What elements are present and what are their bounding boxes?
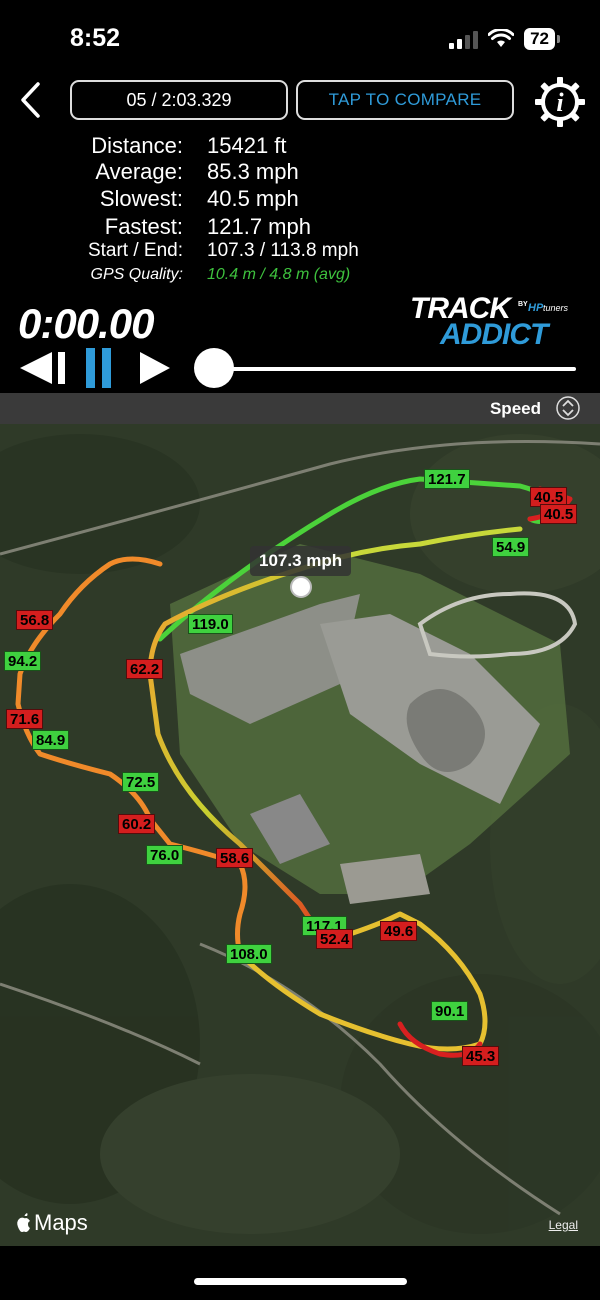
stat-value: 121.7 mph	[207, 214, 311, 239]
stat-value: 85.3 mph	[207, 159, 299, 184]
status-bar: 8:52 72	[0, 0, 600, 80]
play-icon	[140, 352, 170, 384]
speed-mode-toggle[interactable]	[556, 396, 580, 420]
logo-brand: HP	[528, 302, 544, 314]
stat-value: 10.4 m / 4.8 m (avg)	[207, 266, 351, 283]
stat-average: Average: 85.3 mph	[0, 159, 600, 185]
track-map[interactable]: 121.7 40.5 40.5 54.9 119.0 56.8 62.2 94.…	[0, 424, 600, 1246]
playback-scrubber[interactable]	[214, 367, 576, 371]
info-gear-icon[interactable]: i	[534, 76, 586, 128]
speed-tag: 72.5	[122, 772, 160, 792]
speed-toggle-bar: Speed	[0, 393, 600, 424]
lap-timer: 0:00.00	[18, 300, 154, 347]
stat-distance: Distance: 15421 ft	[0, 133, 600, 159]
speed-tag: 84.9	[32, 730, 70, 750]
speed-tag: 90.1	[431, 1001, 469, 1021]
play-button[interactable]	[138, 350, 172, 386]
status-time: 8:52	[70, 24, 121, 52]
apple-logo-icon	[17, 1213, 30, 1232]
svg-text:i: i	[556, 88, 564, 117]
marker-speed-tooltip: 107.3 mph	[250, 546, 352, 576]
logo-by: BY	[518, 301, 528, 308]
stat-fastest: Fastest: 121.7 mph	[0, 214, 600, 240]
speed-tag: 76.0	[146, 845, 184, 865]
speed-tag: 94.2	[4, 651, 42, 671]
stat-value: 40.5 mph	[207, 186, 299, 211]
stat-label: GPS Quality:	[90, 266, 183, 283]
chevron-left-icon	[21, 82, 40, 118]
speed-label: Speed	[489, 399, 541, 418]
rewind-button[interactable]	[18, 350, 68, 386]
pause-icon	[86, 348, 111, 388]
speed-tag: 71.6	[6, 709, 44, 729]
maps-attribution: Maps	[16, 1210, 88, 1236]
stat-label: Distance:	[91, 133, 183, 158]
speed-tag: 52.4	[316, 929, 354, 949]
scrubber-knob[interactable]	[194, 348, 234, 388]
stat-value: 15421 ft	[207, 133, 287, 158]
speed-tag: 45.3	[462, 1046, 500, 1066]
stat-slowest: Slowest: 40.5 mph	[0, 186, 600, 212]
back-button[interactable]	[14, 80, 48, 120]
playback-controls	[0, 346, 600, 390]
battery-nub	[557, 35, 560, 43]
speed-tag: 119.0	[188, 614, 233, 634]
tap-to-compare-button[interactable]: TAP TO COMPARE	[296, 80, 514, 120]
stat-start-end: Start / End: 107.3 / 113.8 mph	[0, 240, 600, 266]
speed-tag: 56.8	[16, 610, 54, 630]
track-addict-logo: TRACK BY HP tuners ADDICT	[410, 292, 569, 350]
stat-gps-quality: GPS Quality: 10.4 m / 4.8 m (avg)	[0, 266, 600, 292]
speed-tag: 54.9	[492, 537, 530, 557]
stat-label: Start / End:	[87, 240, 183, 261]
speed-tag: 121.7	[424, 469, 470, 489]
maps-label: Maps	[34, 1210, 88, 1235]
stat-label: Slowest:	[99, 186, 183, 211]
pause-button[interactable]	[86, 348, 112, 388]
stat-label: Average:	[95, 159, 183, 184]
speed-tag: 60.2	[118, 814, 156, 834]
chevron-up-down-icon	[562, 399, 574, 417]
home-indicator[interactable]	[194, 1278, 407, 1285]
status-icons: 72	[449, 28, 560, 50]
stat-label: Fastest:	[104, 214, 183, 239]
battery-indicator: 72	[524, 28, 555, 50]
stat-value: 107.3 / 113.8 mph	[207, 240, 359, 261]
car-position-marker[interactable]	[290, 576, 312, 598]
cellular-signal-icon	[449, 29, 479, 49]
legal-link[interactable]: Legal	[549, 1218, 578, 1232]
rewind-icon	[20, 352, 52, 384]
speed-tag: 49.6	[380, 921, 418, 941]
wifi-icon	[488, 29, 515, 47]
logo-brand-suffix: tuners	[543, 303, 569, 313]
speed-tag: 62.2	[126, 659, 164, 679]
lap-select-button[interactable]: 05 / 2:03.329	[70, 80, 288, 120]
speed-tag: 58.6	[216, 848, 254, 868]
speed-tag: 108.0	[226, 944, 272, 964]
speed-tag: 40.5	[540, 504, 578, 524]
